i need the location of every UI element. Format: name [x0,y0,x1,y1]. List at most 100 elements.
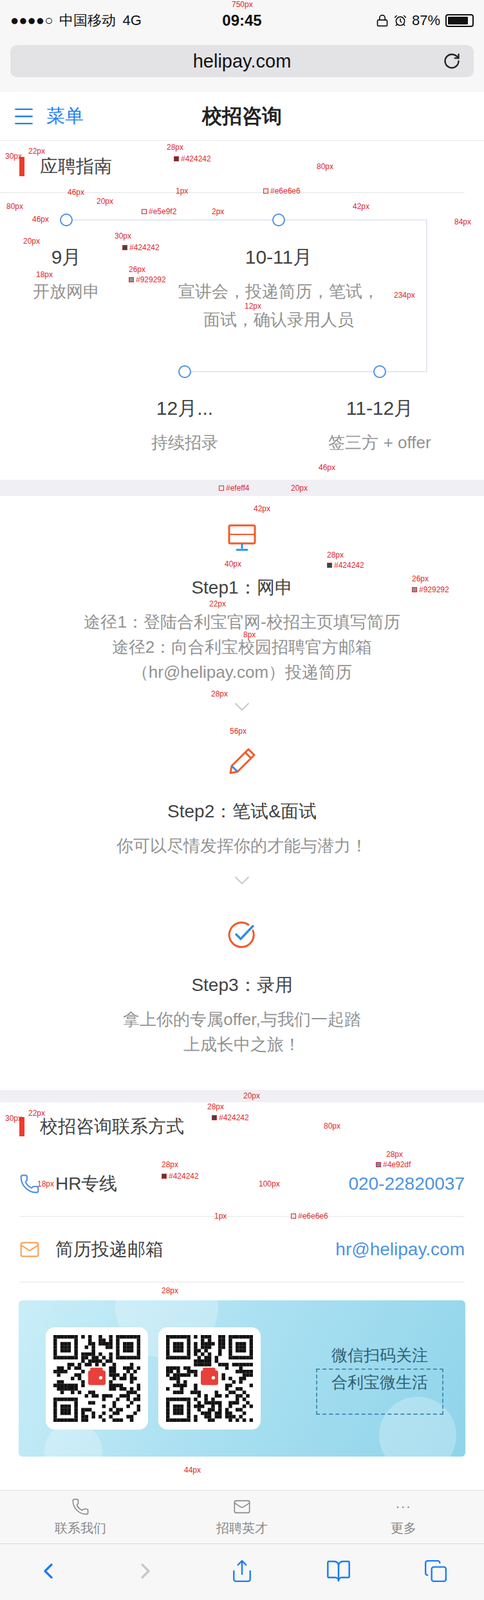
spec-annotation: #424242 [161,1172,199,1182]
timeline-node: 10-11月宣讲会，投递简历，笔试，面试，确认录用人员 [169,244,389,335]
menu-button[interactable]: 菜单 [11,103,203,130]
carrier-text: 中国移动 [59,10,116,31]
spec-annotation: 80px [323,1122,341,1132]
status-bar: ●●●●○中国移动4G09:4587% [0,0,484,42]
url-text: helipay.com [41,50,443,73]
spec-annotation: 1px [214,1212,227,1222]
spec-annotation: 30px [5,151,22,161]
network-text: 4G [122,12,141,29]
chevron-down-icon [229,873,255,889]
step-title: Step1：网申 [191,575,293,602]
tabs-icon [423,1560,448,1585]
spec-annotation: 750px [231,0,253,10]
spec-annotation: 20px [96,196,114,206]
spec-annotation: 46px [32,214,49,224]
timeline-period: 9月 [0,244,176,271]
alarm-icon [393,14,407,28]
spec-annotation: 44px [184,1466,201,1476]
spec-annotation: 28px [161,1287,179,1297]
contact-value[interactable]: 020-22820037 [348,1174,465,1196]
share-button[interactable] [227,1557,257,1590]
accent-bar [19,1117,25,1138]
color-swatch [375,1163,382,1169]
contact-row: HR专线020-22820037 [19,1152,465,1218]
spec-annotation: 20px [290,484,308,494]
spec-annotation: #424242 [173,154,212,164]
reload-icon[interactable] [442,52,461,71]
spec-annotation: 1px [175,186,188,196]
timeline-period: 11-12月 [270,395,484,422]
timeline: 9月开放网申10-11月宣讲会，投递简历，笔试，面试，确认录用人员 12月... 持… [0,193,484,481]
spec-annotation: 12px [244,301,262,311]
spec-annotation: #929292 [411,585,450,595]
phone-icon [71,1498,90,1518]
spec-annotation: 28px [386,1150,403,1160]
color-swatch [141,209,147,215]
spec-annotation: 22px [28,146,46,156]
spec-annotation: #e6e6e6 [290,1212,329,1222]
timeline-period: 12月... [75,395,295,422]
spec-annotation: 234px [393,290,416,300]
back-button[interactable] [32,1556,64,1590]
gap [0,1090,484,1104]
spec-annotation: 46px [67,187,85,197]
chevron-down-icon [229,699,255,716]
banner-text: 微信扫码关注合利宝微生活 [316,1343,444,1416]
forward-button[interactable] [130,1556,161,1590]
color-swatch [211,1116,217,1122]
step-icon-box [227,919,257,952]
forward-icon [132,1559,159,1586]
step-title: Step3：录用 [191,973,293,999]
page-title: 校招咨询 [202,102,282,131]
spec-annotation: #424242 [326,561,365,571]
spec-annotations: 750px30px22px28px#42424280px46px20px1px#… [0,0,484,1600]
monitor-icon [227,523,257,553]
tab-item[interactable]: 联系我们 [0,1491,162,1545]
color-swatch [128,277,134,283]
spec-annotation: 26px [411,574,429,584]
color-swatch [173,156,179,162]
qr-card [158,1328,261,1431]
spec-annotation: 2px [211,207,224,217]
tabs-button[interactable] [420,1557,451,1590]
color-swatch [263,188,269,194]
timeline-period: 10-11月 [169,244,389,271]
more-glyph: ··· [395,1498,412,1518]
spec-annotation: 28px [161,1161,179,1171]
spec-annotation: 46px [318,463,336,473]
pencil-icon [226,746,258,778]
step-desc: 你可以尽情发挥你的才能与潜力！ [116,834,368,860]
check-circle-icon [227,921,257,951]
timeline-desc: 持续招录 [75,428,295,457]
timeline-desc: 签三方 + offer [270,428,484,457]
tab-item[interactable]: 招聘英才 [161,1491,324,1545]
contact-label: 简历投递邮箱 [55,1238,336,1263]
contact-value[interactable]: hr@helipay.com [335,1240,465,1261]
qr-card [45,1328,149,1431]
browser-bar: helipay.com [0,41,484,93]
spec-annotation: #e5e9f2 [141,207,177,217]
accent-bar [19,157,25,177]
battery-text: 87% [411,12,441,29]
spec-annotation: 20px [243,1092,261,1102]
guide-section: 应聘指南 9月开放网申10-11月宣讲会，投递简历，笔试，面试，确认录用人员 12月… [0,140,484,481]
spec-annotation: 18px [37,1180,55,1190]
contact-row: 简历投递邮箱hr@helipay.com [19,1217,465,1284]
wechat-banner: 微信扫码关注合利宝微生活 [18,1301,466,1458]
url-field[interactable]: helipay.com [10,45,474,78]
section-head: 应聘指南 [0,140,465,194]
color-swatch [161,1174,167,1180]
contact-section: 校招咨询联系方式HR专线020-22820037简历投递邮箱hr@helipay… [0,1103,484,1492]
spec-annotation: 100px [258,1180,280,1190]
nav-bar: 菜单校招咨询 [0,92,484,141]
timeline-desc: 开放网申 [0,277,176,306]
spec-annotation: 20px [23,236,40,246]
spec-annotation: #e6e6e6 [263,186,301,196]
spec-annotation: 28px [166,142,184,152]
mail-icon [19,1240,40,1261]
spec-annotation: 30px [114,231,132,241]
step-icon-box [227,521,257,555]
lock-icon [375,14,389,28]
tab-item[interactable]: ···更多 [322,1491,484,1545]
bookmarks-button[interactable] [323,1556,354,1590]
